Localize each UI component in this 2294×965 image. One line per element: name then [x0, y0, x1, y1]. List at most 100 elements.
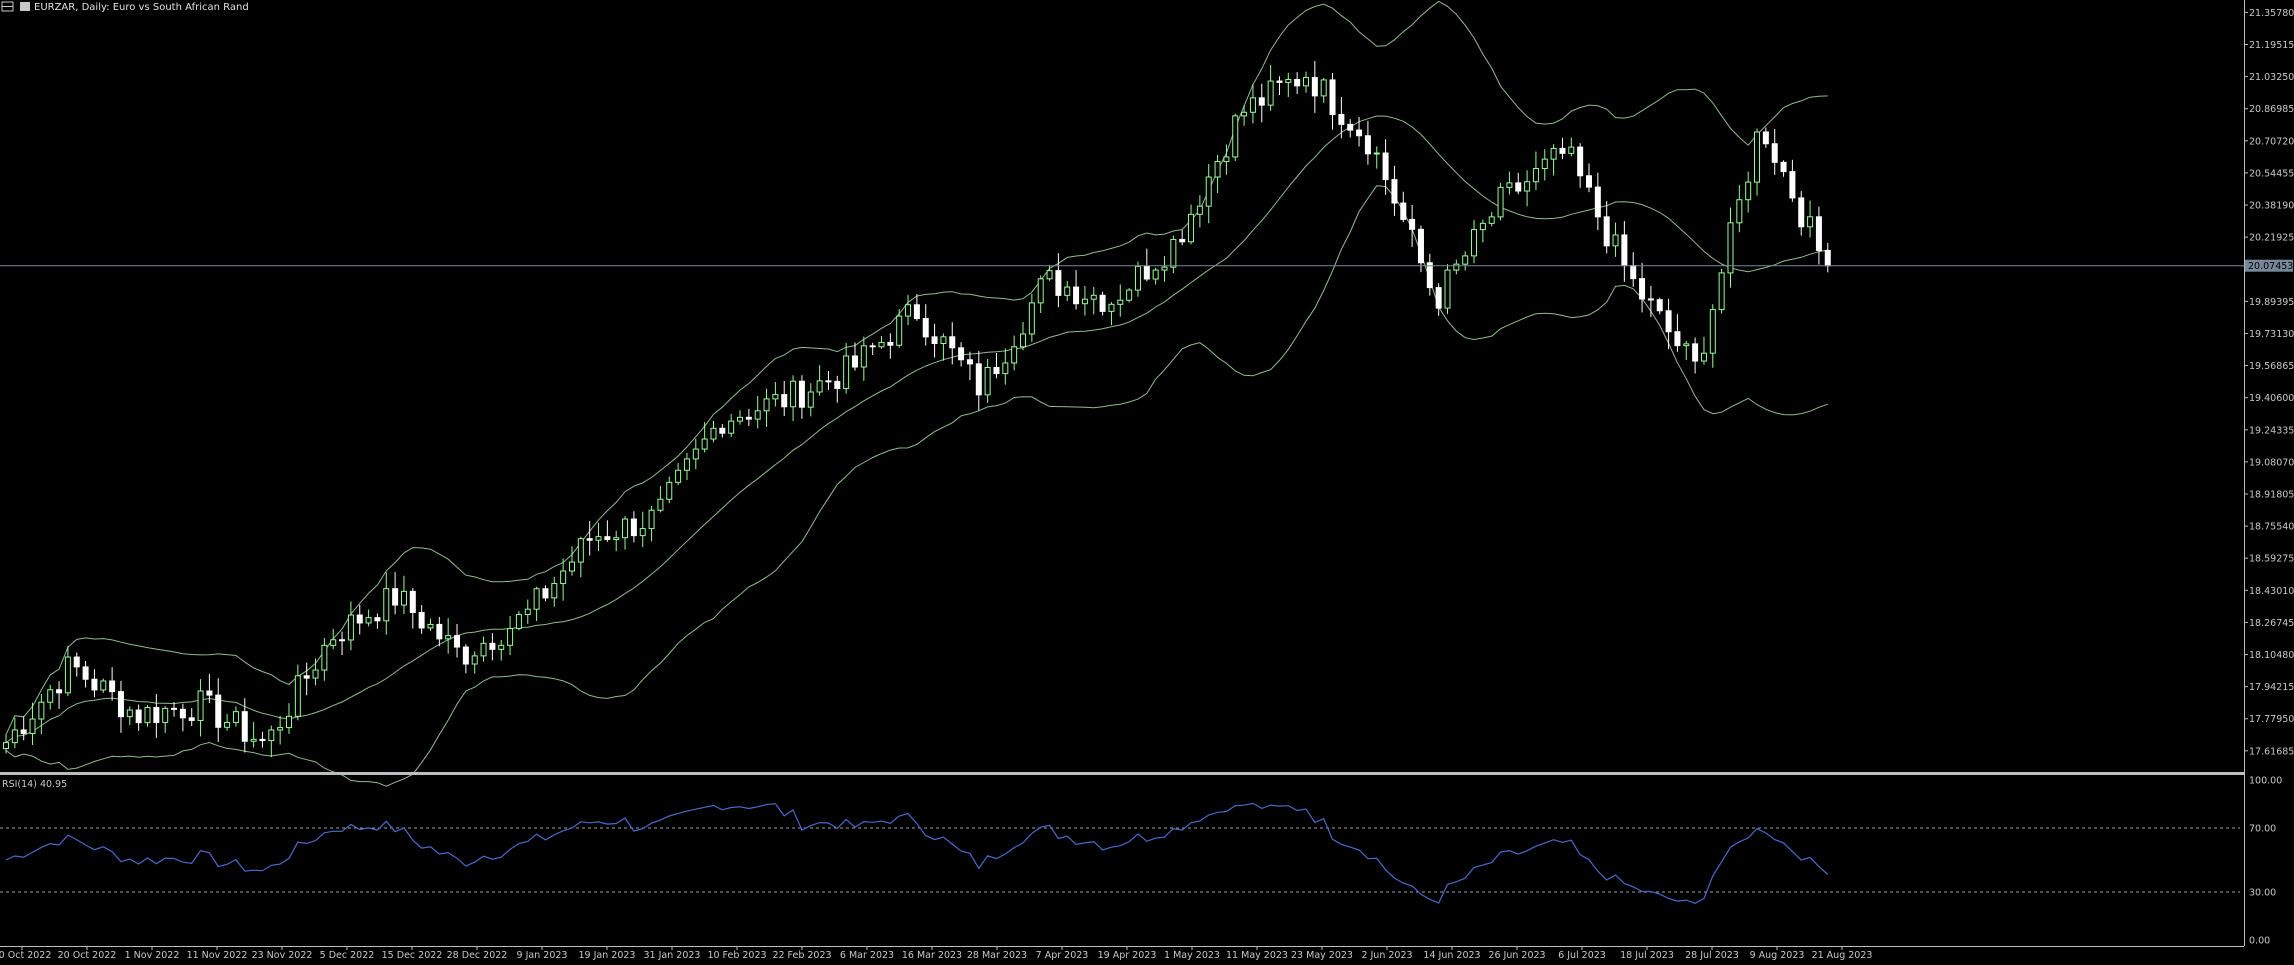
- candle-body-bull: [445, 635, 452, 640]
- candle-body-bull: [595, 536, 602, 541]
- candle-body-bull: [64, 656, 71, 694]
- candle-body-bear: [1603, 216, 1610, 247]
- candle-body-bear: [1417, 228, 1424, 264]
- price-tick-label: 21.35780: [2249, 8, 2294, 19]
- candle-body-bear: [374, 617, 381, 622]
- date-tick-label: 19 Apr 2023: [1098, 950, 1157, 961]
- candle: [1444, 264, 1451, 314]
- candle-body-bear: [825, 380, 832, 383]
- candle-body-bull: [232, 711, 239, 723]
- candle-body-bull: [692, 448, 699, 460]
- candle-body-bull: [1285, 78, 1292, 83]
- candle-body-bull: [860, 345, 867, 368]
- candle-body-bull: [277, 727, 284, 731]
- candle-body-bear: [1647, 298, 1654, 301]
- candle-body-bear: [1780, 161, 1787, 173]
- candle-body-bear: [1692, 343, 1699, 362]
- candle-body-bear: [1276, 80, 1283, 83]
- candle-body-bear: [851, 355, 858, 368]
- candle: [1232, 113, 1239, 161]
- candle-body-bull: [1541, 158, 1548, 170]
- candle-body-bull: [657, 498, 664, 511]
- candle-body-bull: [1612, 234, 1619, 247]
- candle-body-bear: [1771, 143, 1778, 163]
- rsi-tick-label: 0.00: [2249, 936, 2270, 947]
- date-tick-label: 11 Nov 2022: [187, 950, 248, 961]
- candle-body-bull: [648, 509, 655, 530]
- candle-body-bull: [1126, 289, 1133, 301]
- candle-body-bear: [1391, 179, 1398, 204]
- candle-body-bull: [1134, 265, 1141, 291]
- candle-body-bull: [365, 617, 372, 624]
- chart-background: [0, 0, 2294, 965]
- candle-body-bear: [1674, 331, 1681, 347]
- candle-body-bear: [215, 694, 222, 728]
- candle-body-bull: [1807, 216, 1814, 228]
- candle-body-bull: [1320, 79, 1327, 97]
- price-tick-label: 21.03250: [2249, 72, 2294, 83]
- candle-body-bull: [321, 644, 328, 671]
- candle-body-bear: [993, 366, 1000, 375]
- candle-body-bear: [1347, 123, 1354, 131]
- date-tick-label: 10 Oct 2022: [0, 950, 51, 961]
- candle-body-bull: [1223, 156, 1230, 163]
- candle-body-bull: [1462, 255, 1469, 265]
- candle-body-bear: [259, 738, 266, 742]
- candle-body-bear: [1356, 129, 1363, 137]
- date-tick-label: 11 May 2023: [1226, 950, 1288, 961]
- indicator-icon[interactable]: [20, 2, 30, 11]
- candle-body-bear: [798, 380, 805, 408]
- candle-body-bear: [1099, 294, 1106, 312]
- candle-body-bull: [905, 304, 912, 317]
- candle-body-bear: [604, 536, 611, 541]
- candle-body-bull: [533, 588, 540, 610]
- candle-body-bear: [966, 359, 973, 365]
- price-tick-label: 20.38190: [2249, 201, 2294, 212]
- candle-body-bear: [1073, 286, 1080, 305]
- candle-body-bull: [162, 707, 169, 723]
- candle-body-bull: [1028, 302, 1035, 335]
- price-tick-label: 20.21925: [2249, 233, 2294, 244]
- candle-body-bear: [436, 623, 443, 640]
- date-tick-label: 1 May 2023: [1164, 950, 1220, 961]
- candle-body-bull: [507, 627, 514, 646]
- date-tick-label: 6 Mar 2023: [840, 950, 894, 961]
- date-tick-label: 9 Aug 2023: [1750, 950, 1805, 961]
- candle-body-bull: [1303, 77, 1309, 87]
- candle-body-bear: [1364, 135, 1371, 155]
- candle-body-bear: [1815, 216, 1822, 251]
- candle-body-bull: [1479, 222, 1486, 231]
- date-tick-label: 10 Feb 2023: [707, 950, 766, 961]
- candle-body-bear: [56, 689, 63, 694]
- trading-chart[interactable]: EURZAR, Daily: Euro vs South African Ran…: [0, 0, 2294, 965]
- candle-body-bear: [339, 639, 346, 642]
- date-tick-label: 15 Dec 2022: [382, 950, 443, 961]
- candle-body-bear: [834, 380, 841, 389]
- candle-body-bear: [1621, 234, 1628, 267]
- rsi-tick-label: 70.00: [2249, 824, 2276, 835]
- candle-body-bear: [1665, 310, 1672, 333]
- candle-body-bull: [1754, 131, 1761, 183]
- price-tick-label: 17.61685: [2249, 746, 2294, 757]
- candle-body-bear: [241, 711, 248, 742]
- date-tick-label: 19 Jan 2023: [579, 950, 636, 961]
- candle-body-bear: [1515, 182, 1522, 192]
- candle-body-bear: [1426, 262, 1433, 289]
- candle-body-bull: [471, 655, 478, 665]
- date-tick-label: 23 Nov 2022: [252, 950, 313, 961]
- candle-body-bear: [1577, 146, 1584, 177]
- candle-body-bear: [630, 518, 637, 537]
- candle-body-bull: [1081, 298, 1088, 305]
- date-tick-label: 7 Apr 2023: [1036, 950, 1089, 961]
- candle-body-bull: [1736, 199, 1743, 224]
- candle-body-bull: [38, 701, 45, 720]
- price-tick-label: 18.75540: [2249, 522, 2294, 533]
- candle-body-bull: [675, 469, 682, 483]
- candle-body-bull: [224, 721, 231, 728]
- date-tick-label: 26 Jun 2023: [1488, 950, 1545, 961]
- candle-body-bull: [1718, 272, 1725, 311]
- candle-body-bear: [489, 642, 496, 650]
- candle-body-bear: [869, 345, 876, 348]
- candle-body-bull: [1700, 352, 1707, 362]
- candle-body-bull: [1090, 294, 1097, 300]
